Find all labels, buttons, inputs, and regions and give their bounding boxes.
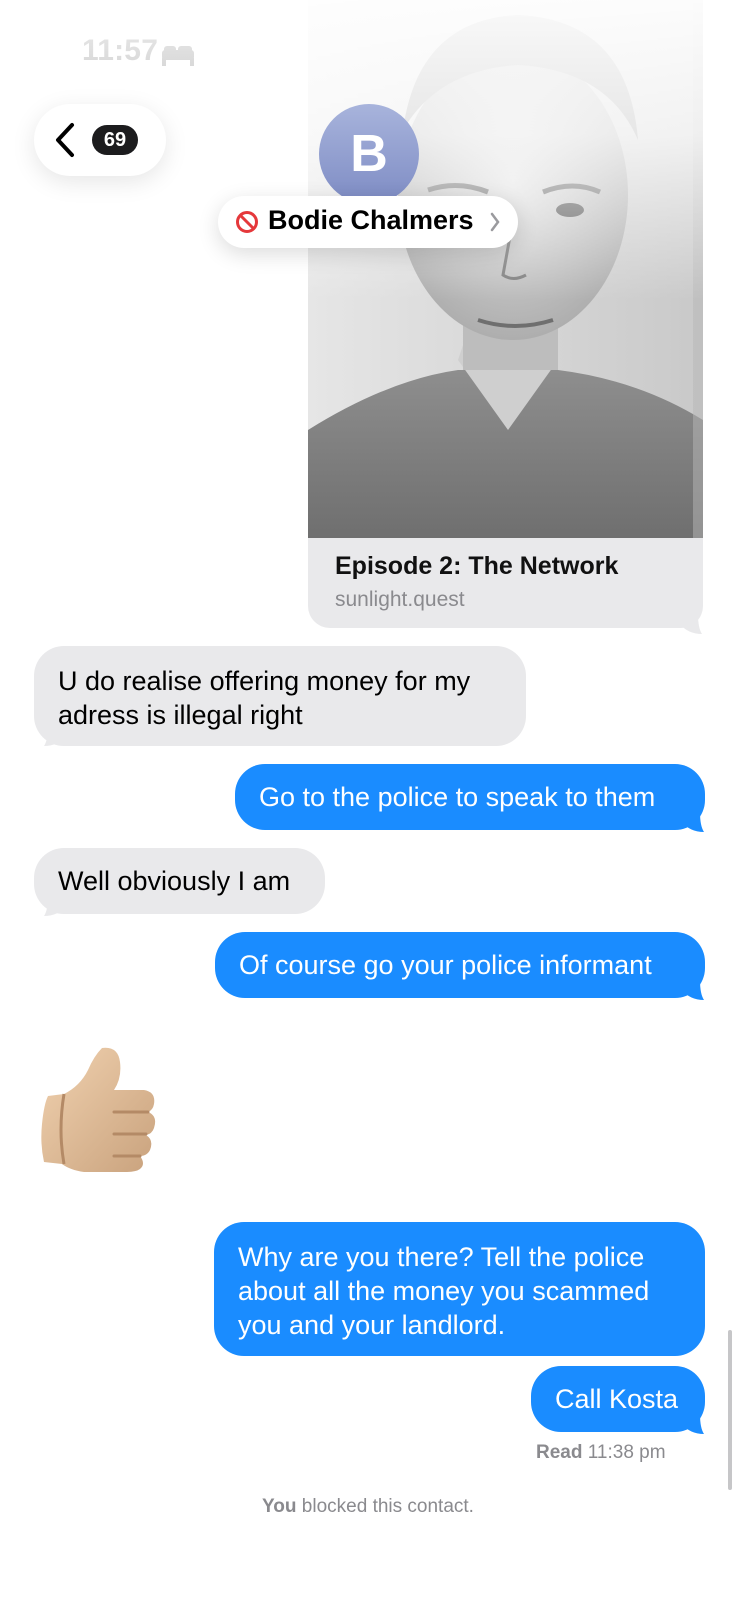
bubble-tail: [678, 812, 704, 832]
sleep-focus-icon: [162, 46, 194, 66]
message-line: U do realise offering money for my: [58, 666, 471, 696]
message-line: Why are you there? Tell the police: [238, 1242, 645, 1272]
bubble-tail: [44, 896, 70, 916]
message-line: you and your landlord.: [238, 1310, 506, 1340]
unread-count-badge: 69: [92, 125, 138, 155]
incoming-message[interactable]: U do realise offering money for my adres…: [34, 646, 526, 746]
incoming-message[interactable]: Well obviously I am: [34, 848, 325, 914]
avatar[interactable]: B: [319, 104, 419, 204]
bubble-tail: [678, 980, 704, 1000]
scroll-indicator[interactable]: [728, 1330, 732, 1490]
outgoing-message[interactable]: Go to the police to speak to them: [235, 764, 705, 830]
read-receipt: Read 11:38 pm: [536, 1442, 666, 1464]
thumbs-up-icon[interactable]: [40, 1044, 158, 1172]
status-time: 11:57: [82, 34, 159, 67]
bubble-tail: [678, 1414, 704, 1434]
blocked-notice-text: blocked this contact.: [301, 1496, 474, 1517]
contact-name-button[interactable]: Bodie Chalmers: [218, 196, 518, 248]
outgoing-message[interactable]: Of course go your police informant: [215, 932, 705, 998]
blocked-icon: [236, 211, 258, 233]
message-line: about all the money you scammed: [238, 1276, 650, 1306]
outgoing-message[interactable]: Why are you there? Tell the police about…: [214, 1222, 705, 1356]
chevron-back-icon: [56, 123, 74, 157]
chevron-right-icon: [490, 212, 500, 232]
bubble-tail: [676, 614, 702, 634]
read-label: Read: [536, 1442, 583, 1463]
read-time: 11:38 pm: [587, 1442, 666, 1463]
contact-name: Bodie Chalmers: [268, 205, 474, 235]
blocked-notice-subject: You: [262, 1496, 297, 1517]
link-preview-card[interactable]: Episode 2: The Network sunlight.quest: [308, 0, 703, 628]
link-preview-domain: sunlight.quest: [335, 588, 465, 611]
bubble-tail: [44, 726, 70, 746]
link-preview-title: Episode 2: The Network: [335, 552, 619, 580]
blocked-notice: You blocked this contact.: [0, 1496, 736, 1518]
link-preview-image: [308, 0, 703, 538]
back-button[interactable]: 69: [34, 104, 166, 176]
message-line: adress is illegal right: [58, 700, 303, 730]
